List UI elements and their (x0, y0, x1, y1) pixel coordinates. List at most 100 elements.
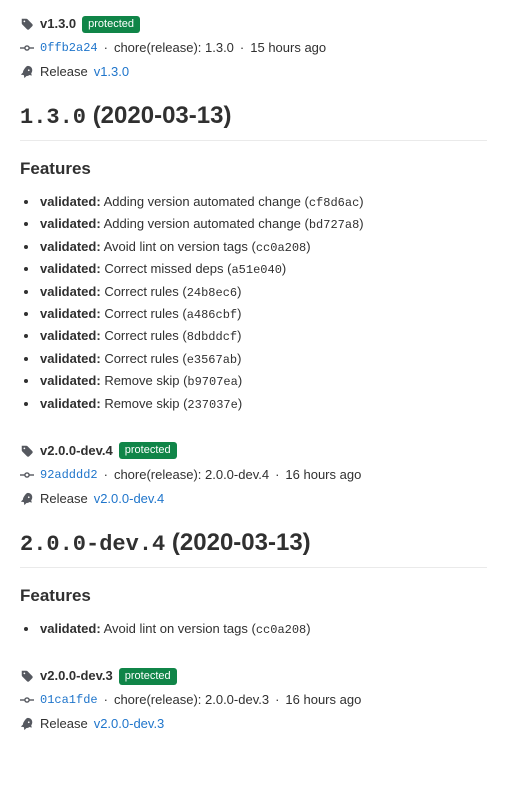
feature-desc: Remove skip (104, 396, 179, 411)
feature-hash: b9707ea (187, 375, 237, 389)
feature-hash: a51e040 (231, 263, 281, 277)
commit-icon (20, 41, 34, 55)
feature-label: validated: (40, 284, 101, 299)
commit-time: 16 hours ago (285, 690, 361, 710)
feature-desc: Correct rules (104, 306, 178, 321)
feature-hash: cc0a208 (256, 241, 306, 255)
commit-icon (20, 468, 34, 482)
feature-hash: bd727a8 (309, 218, 359, 232)
feature-desc: Adding version automated change (104, 194, 301, 209)
commit-time: 16 hours ago (285, 465, 361, 485)
feature-item: validated: Correct missed deps (a51e040) (40, 258, 487, 280)
release-heading: 2.0.0-dev.4 (2020-03-13) (20, 529, 487, 568)
feature-item: validated: Adding version automated chan… (40, 191, 487, 213)
feature-desc: Correct rules (104, 351, 178, 366)
separator: · (104, 38, 108, 58)
feature-label: validated: (40, 396, 101, 411)
commit-sha-link[interactable]: 01ca1fde (40, 690, 98, 710)
release-link[interactable]: v2.0.0-dev.3 (94, 714, 165, 734)
tag-icon (20, 669, 34, 683)
features-heading: Features (20, 159, 487, 179)
feature-desc: Correct rules (104, 328, 178, 343)
separator: · (275, 690, 279, 710)
protected-badge: protected (119, 668, 177, 685)
tag-row: v2.0.0-dev.3 protected (20, 666, 487, 686)
rocket-icon (20, 492, 34, 506)
tag-name[interactable]: v1.3.0 (40, 14, 76, 34)
separator: · (104, 690, 108, 710)
release-link[interactable]: v1.3.0 (94, 62, 129, 82)
feature-item: validated: Correct rules (e3567ab) (40, 348, 487, 370)
feature-item: validated: Remove skip (b9707ea) (40, 370, 487, 392)
feature-hash: e3567ab (187, 353, 237, 367)
feature-hash: 8dbddcf (187, 330, 237, 344)
release-label: Release (40, 62, 88, 82)
features-heading: Features (20, 586, 487, 606)
protected-badge: protected (82, 16, 140, 33)
tag-row: v1.3.0 protected (20, 14, 487, 34)
rocket-icon (20, 717, 34, 731)
feature-label: validated: (40, 621, 101, 636)
heading-version: 2.0.0-dev.4 (20, 532, 165, 557)
feature-hash: 237037e (187, 398, 237, 412)
rocket-icon (20, 65, 34, 79)
feature-label: validated: (40, 239, 101, 254)
features-list: validated: Adding version automated chan… (20, 191, 487, 415)
commit-message: chore(release): 2.0.0-dev.4 (114, 465, 269, 485)
feature-hash: a486cbf (187, 308, 237, 322)
tag-icon (20, 17, 34, 31)
feature-item: validated: Avoid lint on version tags (c… (40, 236, 487, 258)
release-body: 1.3.0 (2020-03-13) Features validated: Add… (20, 102, 487, 415)
release-label: Release (40, 714, 88, 734)
feature-label: validated: (40, 328, 101, 343)
tag-icon (20, 444, 34, 458)
commit-time: 15 hours ago (250, 38, 326, 58)
separator: · (275, 465, 279, 485)
feature-item: validated: Correct rules (24b8ec6) (40, 281, 487, 303)
release: v1.3.0 protected 0ffb2a24 · chore(release)… (20, 14, 487, 415)
feature-desc: Avoid lint on version tags (104, 621, 248, 636)
commit-sha-link[interactable]: 0ffb2a24 (40, 38, 98, 58)
commit-sha-link[interactable]: 92adddd2 (40, 465, 98, 485)
commit-row: 92adddd2 · chore(release): 2.0.0-dev.4 ·… (20, 465, 487, 485)
tag-row: v2.0.0-dev.4 protected (20, 441, 487, 461)
feature-label: validated: (40, 194, 101, 209)
feature-item: validated: Correct rules (8dbddcf) (40, 325, 487, 347)
heading-date: (2020-03-13) (172, 529, 311, 556)
feature-label: validated: (40, 373, 101, 388)
commit-row: 01ca1fde · chore(release): 2.0.0-dev.3 ·… (20, 690, 487, 710)
separator: · (240, 38, 244, 58)
release-row: Release v2.0.0-dev.3 (20, 714, 487, 734)
feature-item: validated: Avoid lint on version tags (c… (40, 618, 487, 640)
feature-desc: Adding version automated change (104, 216, 301, 231)
commit-row: 0ffb2a24 · chore(release): 1.3.0 · 15 ho… (20, 38, 487, 58)
features-list: validated: Avoid lint on version tags (c… (20, 618, 487, 640)
feature-hash: cf8d6ac (309, 196, 359, 210)
feature-label: validated: (40, 306, 101, 321)
heading-version: 1.3.0 (20, 105, 86, 130)
feature-item: validated: Correct rules (a486cbf) (40, 303, 487, 325)
feature-label: validated: (40, 351, 101, 366)
feature-desc: Avoid lint on version tags (104, 239, 248, 254)
commit-message: chore(release): 1.3.0 (114, 38, 234, 58)
release-row: Release v2.0.0-dev.4 (20, 489, 487, 509)
release: v2.0.0-dev.4 protected 92adddd2 · chore(re… (20, 441, 487, 640)
feature-item: validated: Adding version automated chan… (40, 213, 487, 235)
release-heading: 1.3.0 (2020-03-13) (20, 102, 487, 141)
release-row: Release v1.3.0 (20, 62, 487, 82)
release-label: Release (40, 489, 88, 509)
protected-badge: protected (119, 442, 177, 459)
tag-name[interactable]: v2.0.0-dev.4 (40, 441, 113, 461)
feature-label: validated: (40, 216, 101, 231)
release-link[interactable]: v2.0.0-dev.4 (94, 489, 165, 509)
feature-desc: Correct missed deps (104, 261, 223, 276)
tag-name[interactable]: v2.0.0-dev.3 (40, 666, 113, 686)
commit-icon (20, 693, 34, 707)
feature-hash: cc0a208 (256, 623, 306, 637)
feature-label: validated: (40, 261, 101, 276)
commit-message: chore(release): 2.0.0-dev.3 (114, 690, 269, 710)
feature-desc: Remove skip (104, 373, 179, 388)
release: v2.0.0-dev.3 protected 01ca1fde · chore(re… (20, 666, 487, 734)
heading-date: (2020-03-13) (93, 102, 232, 129)
release-body: 2.0.0-dev.4 (2020-03-13) Features validate… (20, 529, 487, 640)
